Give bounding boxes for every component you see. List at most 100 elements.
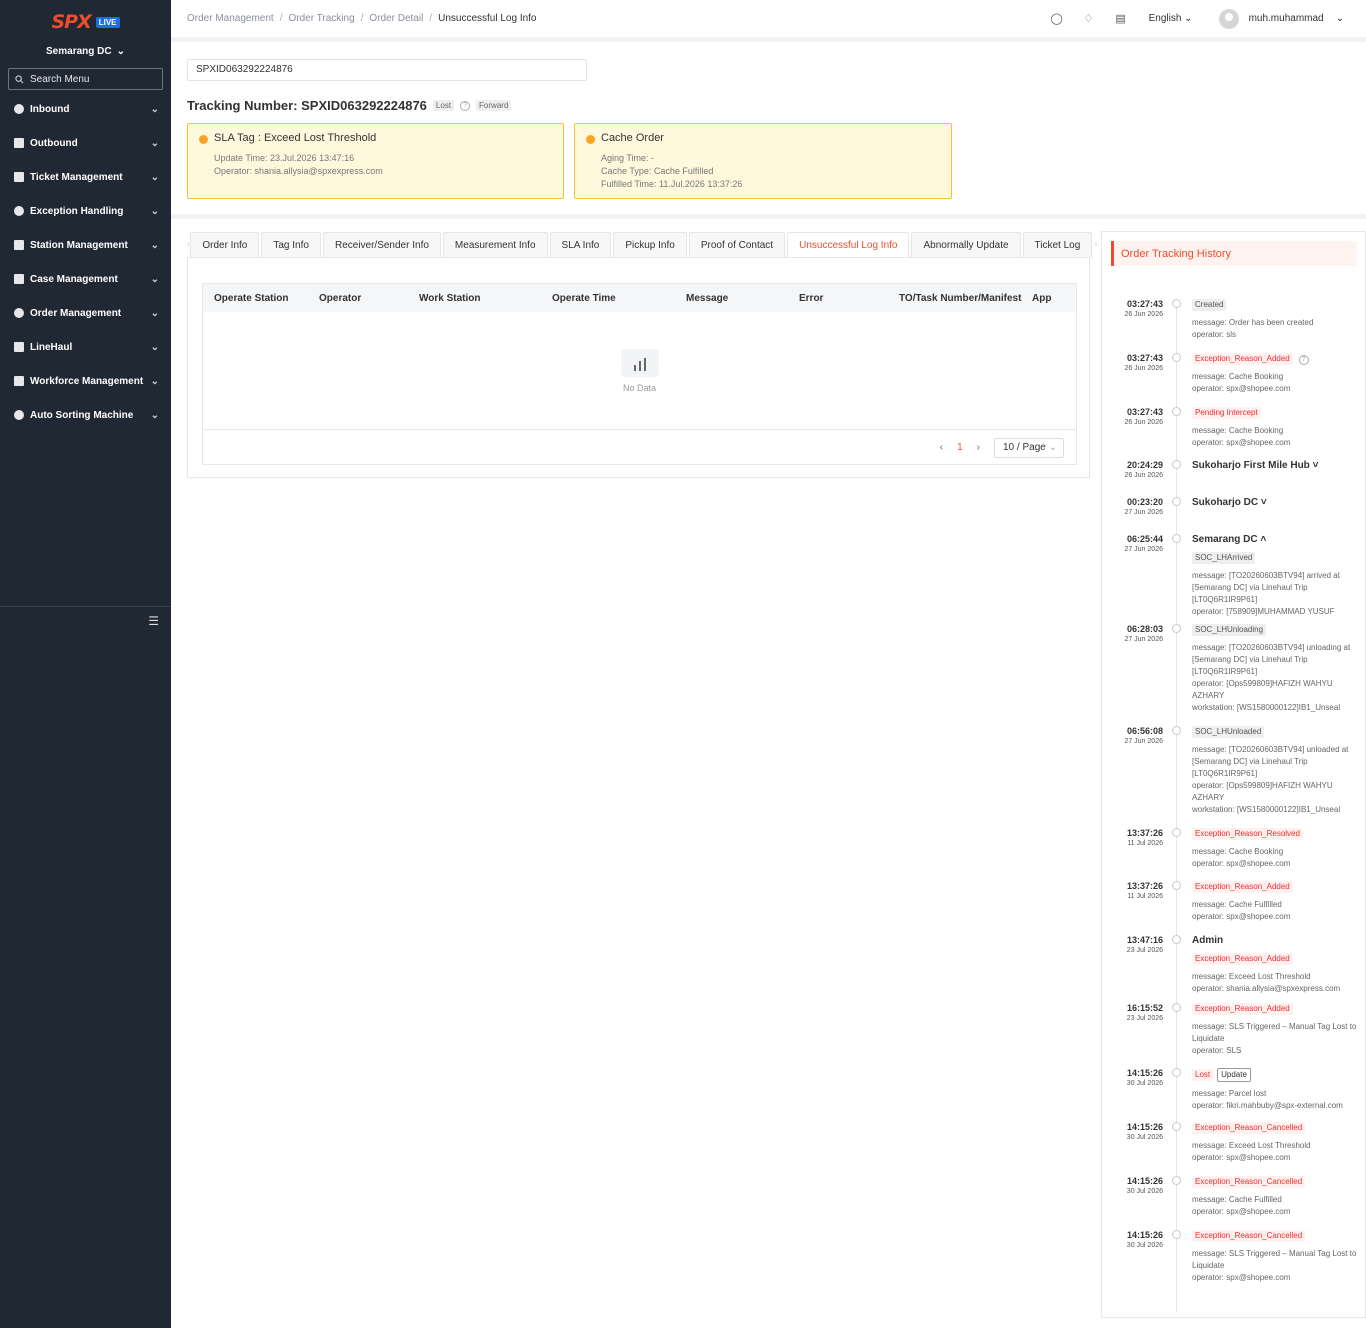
tab-ticket-log[interactable]: Ticket Log <box>1022 232 1093 258</box>
dc-label: Semarang DC <box>46 45 112 57</box>
help-icon[interactable]: ? <box>460 100 471 111</box>
event-status-row: Exception_Reason_Cancelled <box>1192 1230 1362 1248</box>
tab-proof-of-contact[interactable]: Proof of Contact <box>688 232 786 258</box>
breadcrumb-item[interactable]: Order Tracking <box>289 13 355 24</box>
event-detail-line: message: [TO20260603BTV94] unloaded at [… <box>1192 745 1349 778</box>
sidebar-item-station-management[interactable]: Station Management ⌄ <box>0 228 171 262</box>
chevron-down-icon: ⌄ <box>1048 442 1057 453</box>
sla-tag-card: SLA Tag : Exceed Lost Threshold Update T… <box>187 123 564 199</box>
language-selector[interactable]: English ⌄ <box>1149 13 1193 24</box>
spx-logo: SPX <box>51 11 91 33</box>
brand[interactable]: SPX LIVE <box>0 0 171 40</box>
page-size-select[interactable]: 10 / Page ⌄ <box>994 437 1064 458</box>
column-header: Work Station <box>419 293 481 304</box>
event-location[interactable]: Semarang DC ˄ <box>1192 534 1362 546</box>
dc-selector[interactable]: Semarang DC ⌄ <box>0 40 171 62</box>
event-location[interactable]: Sukoharjo First Mile Hub ˅ <box>1192 460 1362 472</box>
event-date: 30 Jul 2026 <box>1126 1242 1163 1249</box>
chevron-down-icon: ⌄ <box>150 103 159 115</box>
timeline-dot-icon <box>1172 1068 1181 1077</box>
event-date: 30 Jul 2026 <box>1126 1188 1163 1195</box>
column-header: Operator <box>319 293 362 304</box>
sidebar-item-case-management[interactable]: Case Management ⌄ <box>0 262 171 296</box>
sidebar-item-label: Station Management <box>30 239 128 251</box>
event-time: 14:15:26 <box>1126 1068 1163 1078</box>
tab-order-info[interactable]: Order Info <box>190 232 260 258</box>
sidebar-item-auto-sorting-machine[interactable]: Auto Sorting Machine ⌄ <box>0 398 171 432</box>
sidebar-item-inbound[interactable]: Inbound ⌄ <box>0 92 171 126</box>
update-button[interactable]: Update <box>1217 1068 1251 1082</box>
event-detail-line: message: Cache Booking <box>1192 426 1284 435</box>
event-location[interactable]: Admin <box>1192 935 1362 947</box>
chevron-down-icon: ⌄ <box>150 273 159 285</box>
timeline-dot-icon <box>1172 407 1181 416</box>
event-status-row: Created <box>1192 299 1362 317</box>
lost-tag: Lost <box>432 100 455 111</box>
sidebar-item-exception-handling[interactable]: Exception Handling ⌄ <box>0 194 171 228</box>
tab-pickup-info[interactable]: Pickup Info <box>613 232 687 258</box>
column-header: App <box>1032 293 1052 304</box>
page-number[interactable]: 1 <box>957 442 963 453</box>
cache-fulfilled: Fulfilled Time: 11.Jul.2026 13:37:26 <box>601 179 743 189</box>
warning-icon <box>586 135 595 144</box>
table-header: Operate Station Operator Work Station Opera… <box>203 284 1076 312</box>
avatar[interactable] <box>1218 8 1239 29</box>
tracking-number-input[interactable]: SPXID063292224876 <box>187 59 587 81</box>
clipboard-icon[interactable]: ▤ <box>1105 12 1137 25</box>
breadcrumb: Order Management / Order Tracking / Order De… <box>187 13 537 24</box>
search-icon <box>15 74 24 83</box>
sidebar-item-outbound[interactable]: Outbound ⌄ <box>0 126 171 160</box>
chevron-down-icon: ⌄ <box>150 341 159 353</box>
event-time: 00:23:20 <box>1126 497 1163 507</box>
timeline-dot-icon <box>1172 534 1181 543</box>
event-time: 06:56:08 <box>1126 726 1163 736</box>
help-icon[interactable]: ? <box>1298 355 1309 365</box>
sla-update-time: Update Time: 23.Jul.2026 13:47:16 <box>214 153 355 163</box>
event-detail-line: operator: [758909]MUHAMMAD YUSUF <box>1192 607 1335 616</box>
event-date: 27 Jun 2026 <box>1124 546 1163 553</box>
timeline-dot-icon <box>1172 497 1181 506</box>
sidebar-item-workforce-management[interactable]: Workforce Management ⌄ <box>0 364 171 398</box>
search-menu-input[interactable]: Search Menu <box>8 68 163 90</box>
tabs-next-icon[interactable]: › <box>1094 231 1097 258</box>
next-page-icon[interactable]: › <box>977 442 980 453</box>
tab-unsuccessful-log-info[interactable]: Unsuccessful Log Info <box>787 232 910 258</box>
event-detail-line: workstation: [WS1580000122]IB1_Unseal <box>1192 805 1341 814</box>
event-body: Admin Exception_Reason_Added message: Exce… <box>1192 935 1362 995</box>
tab-measurement-info[interactable]: Measurement Info <box>442 232 548 258</box>
sidebar-item-order-management[interactable]: Order Management ⌄ <box>0 296 171 330</box>
event-date: 26 Jun 2026 <box>1124 472 1163 479</box>
sidebar-item-label: Workforce Management <box>30 375 144 387</box>
timeline-line <box>1176 302 1177 1312</box>
tab-abnormally-update[interactable]: Abnormally Update <box>911 232 1021 258</box>
sla-operator: Operator: shania.allysia@spxexpress.com <box>214 166 383 176</box>
language-label: English <box>1148 13 1182 24</box>
chevron-down-icon[interactable]: ⌄ <box>1336 13 1344 24</box>
event-date: 30 Jul 2026 <box>1126 1134 1163 1141</box>
sidebar-item-linehaul[interactable]: LineHaul ⌄ <box>0 330 171 364</box>
breadcrumb-separator: / <box>360 13 364 24</box>
collapse-menu-button[interactable]: ☰ <box>0 606 171 634</box>
prev-page-icon[interactable]: ‹ <box>940 442 943 453</box>
event-detail-line: operator: spx@shopee.com <box>1192 859 1291 868</box>
cache-title: Cache Order <box>601 132 664 144</box>
sidebar-item-ticket-management[interactable]: Ticket Management ⌄ <box>0 160 171 194</box>
tab-receiver-sender-info[interactable]: Receiver/Sender Info <box>322 232 441 258</box>
breadcrumb-item[interactable]: Order Detail <box>369 13 423 24</box>
event-detail-line: operator: [Ops599809]HAFIZH WAHYU AZHARY <box>1192 679 1333 700</box>
bell-icon[interactable]: ♢ <box>1073 12 1105 25</box>
tab-tag-info[interactable]: Tag Info <box>261 232 321 258</box>
breadcrumb-item[interactable]: Order Management <box>187 13 274 24</box>
event-body: SOC_LHUnloaded message: [TO20260603BTV94]… <box>1192 726 1362 816</box>
unsuccessful-log-table: Operate Station Operator Work Station Opera… <box>202 283 1077 465</box>
sidebar-item-label: LineHaul <box>30 341 73 353</box>
event-body: Exception_Reason_Cancelled message: SLS T… <box>1192 1230 1362 1284</box>
event-location[interactable]: Sukoharjo DC ˅ <box>1192 497 1362 509</box>
event-date: 11 Jul 2026 <box>1127 840 1163 847</box>
event-time: 06:28:03 <box>1126 624 1163 634</box>
user-name[interactable]: muh.muhammad <box>1249 13 1324 24</box>
menu-collapse-icon: ☰ <box>148 613 159 628</box>
tab-sla-info[interactable]: SLA Info <box>549 232 612 258</box>
shield-icon[interactable]: ◯ <box>1041 12 1073 25</box>
event-status-row: SOC_LHUnloaded <box>1192 726 1362 744</box>
